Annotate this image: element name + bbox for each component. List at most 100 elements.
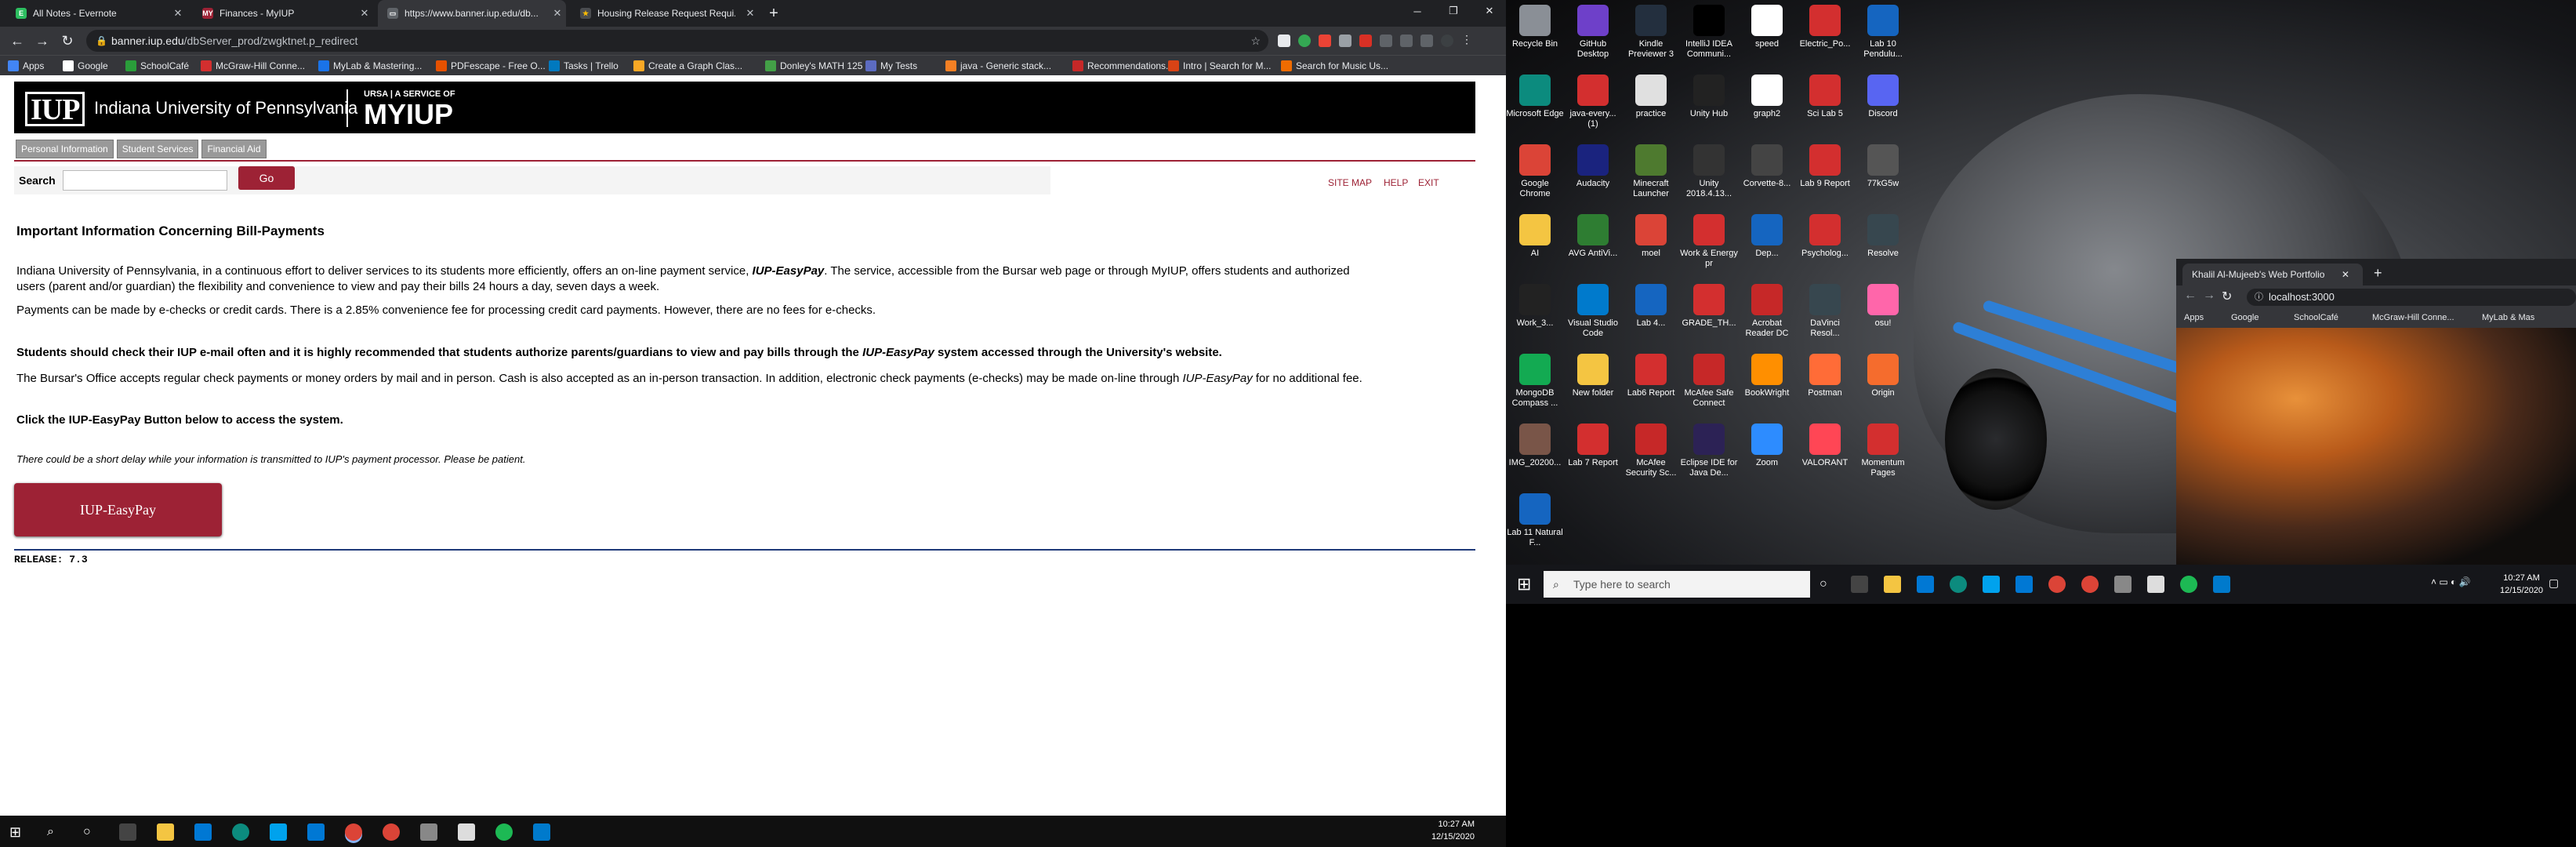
desktop-icon[interactable]: speed xyxy=(1738,5,1796,49)
bookmark-item[interactable]: Tasks | Trello xyxy=(549,59,619,73)
tab-housing[interactable]: ★ Housing Release Request Requi... ✕ xyxy=(571,0,759,27)
puzzle-icon[interactable] xyxy=(1400,35,1413,47)
file-explorer-icon[interactable] xyxy=(1884,576,1901,593)
desktop-icon[interactable]: IMG_20200... xyxy=(1506,424,1564,468)
desktop-icon[interactable]: Resolve xyxy=(1854,214,1912,259)
reload-button[interactable]: ↻ xyxy=(56,31,78,50)
desktop-icon[interactable]: Lab 4... xyxy=(1622,284,1680,329)
bookmark-item[interactable]: Apps xyxy=(8,59,44,73)
close-tab-icon[interactable]: ✕ xyxy=(356,7,373,20)
gear-icon[interactable] xyxy=(2114,576,2132,593)
desktop-icon[interactable]: Corvette-8... xyxy=(1738,144,1796,189)
cortana-icon[interactable]: ○ xyxy=(1820,576,1837,593)
chrome-icon[interactable] xyxy=(383,823,400,841)
desktop-icon[interactable]: Lab 10 Pendulu... xyxy=(1854,5,1912,60)
desktop-icon[interactable]: Audacity xyxy=(1564,144,1622,189)
spotify-icon[interactable] xyxy=(2180,576,2197,593)
windows-start-icon[interactable]: ⊞ xyxy=(9,823,27,841)
close-tab-icon[interactable]: ✕ xyxy=(2342,269,2349,280)
menu-icon[interactable]: ⋮ xyxy=(1461,33,1474,45)
close-tab-icon[interactable]: ✕ xyxy=(742,7,759,20)
desktop-icon[interactable]: java-every... (1) xyxy=(1564,75,1622,129)
address-bar[interactable]: 🔒 banner.iup.edu/dbServer_prod/zwgktnet.… xyxy=(86,30,1268,52)
exit-link[interactable]: EXIT xyxy=(1418,177,1439,188)
avatar[interactable] xyxy=(1441,35,1453,47)
desktop-icon[interactable]: 77kG5w xyxy=(1854,144,1912,189)
site-map-link[interactable]: SITE MAP xyxy=(1328,177,1372,188)
desktop-icon[interactable]: VALORANT xyxy=(1796,424,1854,468)
desktop-icon[interactable]: graph2 xyxy=(1738,75,1796,119)
desktop-icon[interactable]: Momentum Pages xyxy=(1854,424,1912,478)
chrome-icon[interactable] xyxy=(2081,576,2099,593)
chrome-icon[interactable] xyxy=(2048,576,2066,593)
mini-address-bar[interactable]: ⓘ localhost:3000 xyxy=(2247,289,2576,306)
tray-icons[interactable]: ˄ ▭ ◐ 🔊 xyxy=(2431,576,2471,587)
desktop-icon[interactable]: Lab 11 Natural F... xyxy=(1506,493,1564,548)
task-view-icon[interactable] xyxy=(1851,576,1868,593)
maximize-button[interactable]: ❐ xyxy=(1435,0,1471,22)
search-input[interactable] xyxy=(63,170,227,191)
bookmark-item[interactable]: Google xyxy=(63,59,108,73)
store-icon[interactable] xyxy=(194,823,212,841)
app-icon[interactable] xyxy=(270,823,287,841)
vscode-icon[interactable] xyxy=(533,823,550,841)
extension-icon[interactable] xyxy=(1298,35,1311,47)
desktop-icon[interactable]: Minecraft Launcher xyxy=(1622,144,1680,199)
desktop-icon[interactable]: Sci Lab 5 xyxy=(1796,75,1854,119)
bookmark-item[interactable]: Apps xyxy=(2184,313,2204,322)
tab-student-services[interactable]: Student Services xyxy=(116,140,199,158)
file-explorer-icon[interactable] xyxy=(157,823,174,841)
gear-icon[interactable] xyxy=(420,823,437,841)
bookmark-item[interactable]: MyLab & Mas xyxy=(2482,313,2534,322)
desktop-icon[interactable]: Google Chrome xyxy=(1506,144,1564,199)
iup-easypay-button[interactable]: IUP-EasyPay xyxy=(14,483,222,536)
desktop-icon[interactable]: Zoom xyxy=(1738,424,1796,468)
bookmark-star-icon[interactable]: ☆ xyxy=(1250,30,1261,52)
bookmark-item[interactable]: java - Generic stack... xyxy=(945,59,1051,73)
desktop-icon[interactable]: Recycle Bin xyxy=(1506,5,1564,49)
bookmark-item[interactable]: My Tests xyxy=(865,59,917,73)
forward-button[interactable]: → xyxy=(31,31,53,50)
desktop-icon[interactable]: Eclipse IDE for Java De... xyxy=(1680,424,1738,478)
bookmark-item[interactable]: MyLab & Mastering... xyxy=(318,59,422,73)
desktop-icon[interactable]: GRADE_TH... xyxy=(1680,284,1738,329)
bookmark-item[interactable]: Create a Graph Clas... xyxy=(633,59,742,73)
notepad-icon[interactable] xyxy=(458,823,475,841)
reload-button[interactable]: ↻ xyxy=(2222,289,2232,304)
extension-icon[interactable] xyxy=(1359,35,1372,47)
desktop-icon[interactable]: Postman xyxy=(1796,354,1854,398)
desktop-icon[interactable]: practice xyxy=(1622,75,1680,119)
bookmark-item[interactable]: SchoolCafé xyxy=(125,59,189,73)
notification-icon[interactable]: ▢ xyxy=(2549,576,2559,590)
bookmark-item[interactable]: Search for Music Us... xyxy=(1281,59,1388,73)
desktop-icon[interactable]: MongoDB Compass ... xyxy=(1506,354,1564,409)
edge-icon[interactable] xyxy=(1950,576,1967,593)
cortana-icon[interactable]: ○ xyxy=(83,823,100,841)
help-link[interactable]: HELP xyxy=(1384,177,1408,188)
chrome-icon[interactable] xyxy=(345,823,362,841)
bookmark-item[interactable]: Intro | Search for M... xyxy=(1168,59,1272,73)
desktop-icon[interactable]: Psycholog... xyxy=(1796,214,1854,259)
desktop-icon[interactable]: AVG AntiVi... xyxy=(1564,214,1622,259)
desktop-icon[interactable]: Discord xyxy=(1854,75,1912,119)
tab-financial-aid[interactable]: Financial Aid xyxy=(201,140,267,158)
desktop-icon[interactable]: BookWright xyxy=(1738,354,1796,398)
search-icon[interactable]: ⌕ xyxy=(47,823,64,841)
tab-evernote[interactable]: E All Notes - Evernote ✕ xyxy=(6,0,187,27)
store-icon[interactable] xyxy=(1917,576,1934,593)
desktop-icon[interactable]: New folder xyxy=(1564,354,1622,398)
clock[interactable]: 10:27 AM 12/15/2020 xyxy=(1431,818,1475,843)
desktop-icon[interactable]: Work & Energy pr xyxy=(1680,214,1738,269)
extension-icon[interactable] xyxy=(1319,35,1331,47)
playlist-icon[interactable] xyxy=(1420,35,1433,47)
desktop-icon[interactable]: Electric_Po... xyxy=(1796,5,1854,49)
desktop-icon[interactable]: IntelliJ IDEA Communi... xyxy=(1680,5,1738,60)
go-button[interactable]: Go xyxy=(238,166,295,190)
mail-icon[interactable] xyxy=(2015,576,2033,593)
desktop-icon[interactable]: AI xyxy=(1506,214,1564,259)
bookmark-item[interactable]: McGraw-Hill Conne... xyxy=(201,59,305,73)
desktop-clock[interactable]: 10:27 AM 12/15/2020 xyxy=(2500,572,2543,597)
desktop-icon[interactable]: GitHub Desktop xyxy=(1564,5,1622,60)
bookmark-item[interactable]: SchoolCafé xyxy=(2294,313,2338,322)
vscode-icon[interactable] xyxy=(2213,576,2230,593)
